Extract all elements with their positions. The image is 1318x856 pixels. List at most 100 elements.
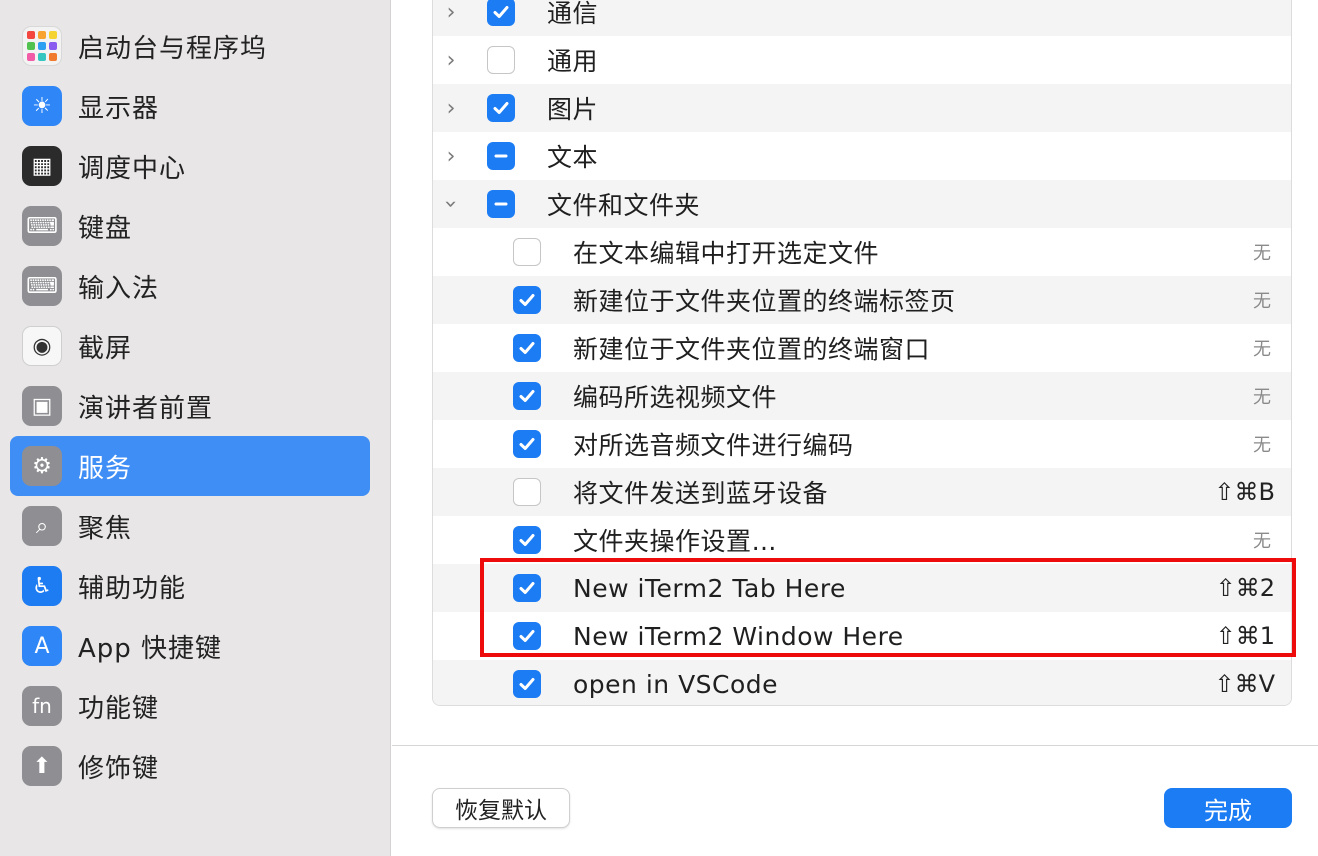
service-group-row[interactable]: › 通信 [433,0,1291,36]
launchpad-icon [22,26,62,66]
service-item-row[interactable]: New iTerm2 Window Here ⇧⌘1 [433,612,1291,660]
service-item-label: open in VSCode [573,669,779,699]
display-sun-icon: ☀ [22,86,62,126]
sidebar-item-keyboard[interactable]: ⌨ 键盘 [10,196,370,256]
sidebar-item-label: 演讲者前置 [78,393,214,424]
sidebar-item-label: 聚焦 [78,513,133,544]
services-gears-icon: ⚙ [22,446,62,486]
checkbox-mixed[interactable] [487,142,515,170]
checkbox-checked[interactable] [513,526,541,554]
sidebar-item-label: 显示器 [78,93,160,124]
restore-defaults-button[interactable]: 恢复默认 [432,788,570,828]
sidebar-item-label: 调度中心 [78,153,187,184]
service-item-row[interactable]: New iTerm2 Tab Here ⇧⌘2 [433,564,1291,612]
checkbox-mixed[interactable] [487,190,515,218]
sidebar-item-label: 截屏 [78,333,133,364]
sidebar-item-screenshot[interactable]: ◉ 截屏 [10,316,370,376]
fn-key-icon: fn [22,686,62,726]
shortcut-label[interactable]: 无 [1253,287,1271,313]
sidebar-item-spotlight[interactable]: ⌕ 聚焦 [10,496,370,556]
shortcut-label[interactable]: 无 [1253,527,1271,553]
shortcut-label[interactable]: 无 [1253,239,1271,265]
checkbox-unchecked[interactable] [487,46,515,74]
checkbox-checked[interactable] [513,574,541,602]
shortcut-label[interactable]: 无 [1253,431,1271,457]
checkbox-checked[interactable] [513,382,541,410]
sidebar-item-accessibility[interactable]: ♿ 辅助功能 [10,556,370,616]
shortcut-label[interactable]: ⇧⌘2 [1216,574,1275,602]
service-item-row[interactable]: 对所选音频文件进行编码 无 [433,420,1291,468]
service-group-row[interactable]: › 通用 [433,36,1291,84]
service-group-label: 通信 [547,0,599,28]
service-item-row[interactable]: open in VSCode ⇧⌘V [433,660,1291,705]
chevron-right-icon[interactable]: › [439,132,463,180]
sidebar-item-display[interactable]: ☀ 显示器 [10,76,370,136]
sidebar-item-presenter[interactable]: ▣ 演讲者前置 [10,376,370,436]
checkmark-icon [519,534,535,546]
sidebar-item-mission-control[interactable]: ▦ 调度中心 [10,136,370,196]
service-item-row[interactable]: 编码所选视频文件 无 [433,372,1291,420]
shortcut-label[interactable]: 无 [1253,383,1271,409]
service-item-row[interactable]: 将文件发送到蓝牙设备 ⇧⌘B [433,468,1291,516]
sidebar-item-label: 功能键 [78,693,160,724]
chevron-down-icon[interactable]: › [433,192,475,216]
chevron-right-icon[interactable]: › [439,0,463,36]
chevron-right-icon[interactable]: › [439,36,463,84]
input-method-keyboard-icon: ⌨ [22,266,62,306]
accessibility-icon: ♿ [22,566,62,606]
checkbox-checked[interactable] [513,286,541,314]
mission-control-icon: ▦ [22,146,62,186]
checkbox-unchecked[interactable] [513,238,541,266]
service-group-label: 图片 [547,95,599,124]
modifier-up-arrow-icon: ⬆ [22,746,62,786]
chevron-right-icon[interactable]: › [439,84,463,132]
checkbox-checked[interactable] [513,430,541,458]
sidebar-item-launchpad[interactable]: 启动台与程序坞 [10,16,370,76]
service-group-label: 通用 [547,47,599,76]
checkmark-icon [519,630,535,642]
checkbox-checked[interactable] [487,0,515,26]
service-item-row[interactable]: 新建位于文件夹位置的终端窗口 无 [433,324,1291,372]
service-item-label: 将文件发送到蓝牙设备 [573,479,829,508]
keyboard-icon: ⌨ [22,206,62,246]
checkmark-icon [519,294,535,306]
done-button[interactable]: 完成 [1164,788,1292,828]
sidebar-item-services[interactable]: ⚙ 服务 [10,436,370,496]
service-group-row[interactable]: › 图片 [433,84,1291,132]
shortcut-label[interactable]: 无 [1253,335,1271,361]
footer-divider [392,745,1318,746]
sidebar-item-app-shortcuts[interactable]: A App 快捷键 [10,616,370,676]
service-item-row[interactable]: 在文本编辑中打开选定文件 无 [433,228,1291,276]
service-group-row[interactable]: › 文件和文件夹 [433,180,1291,228]
service-group-row[interactable]: › 文本 [433,132,1291,180]
screenshot-camera-icon: ◉ [22,326,62,366]
checkmark-icon [519,390,535,402]
shortcut-label[interactable]: ⇧⌘V [1214,670,1275,698]
checkmark-icon [519,438,535,450]
shortcut-label[interactable]: ⇧⌘B [1214,478,1275,506]
sidebar-item-label: 输入法 [78,273,160,304]
service-item-row[interactable]: 新建位于文件夹位置的终端标签页 无 [433,276,1291,324]
service-group-label: 文本 [547,143,599,172]
service-item-row[interactable]: 文件夹操作设置… 无 [433,516,1291,564]
sidebar-item-function-keys[interactable]: fn 功能键 [10,676,370,736]
checkbox-checked[interactable] [487,94,515,122]
sidebar-item-label: 服务 [78,453,133,484]
checkmark-icon [493,6,509,18]
checkbox-checked[interactable] [513,622,541,650]
service-item-label: New iTerm2 Window Here [573,621,904,651]
shortcut-label[interactable]: ⇧⌘1 [1216,622,1275,650]
sidebar-item-label: 键盘 [78,213,133,244]
checkbox-checked[interactable] [513,334,541,362]
checkmark-icon [519,582,535,594]
sidebar-item-input-method[interactable]: ⌨ 输入法 [10,256,370,316]
service-item-label: 文件夹操作设置… [573,527,778,556]
sidebar-item-modifier-keys[interactable]: ⬆ 修饰键 [10,736,370,796]
services-panel: › 通信 › 通用 › 图片 › 文本 › 文件和文件夹 在文本编辑中打开选定文… [392,0,1318,856]
sidebar: 启动台与程序坞 ☀ 显示器 ▦ 调度中心 ⌨ 键盘 ⌨ 输入法 ◉ 截屏 ▣ 演… [0,0,391,856]
service-item-label: 在文本编辑中打开选定文件 [573,239,880,268]
checkbox-unchecked[interactable] [513,478,541,506]
checkbox-checked[interactable] [513,670,541,698]
service-group-label: 文件和文件夹 [547,191,701,220]
dash-icon [494,154,508,158]
